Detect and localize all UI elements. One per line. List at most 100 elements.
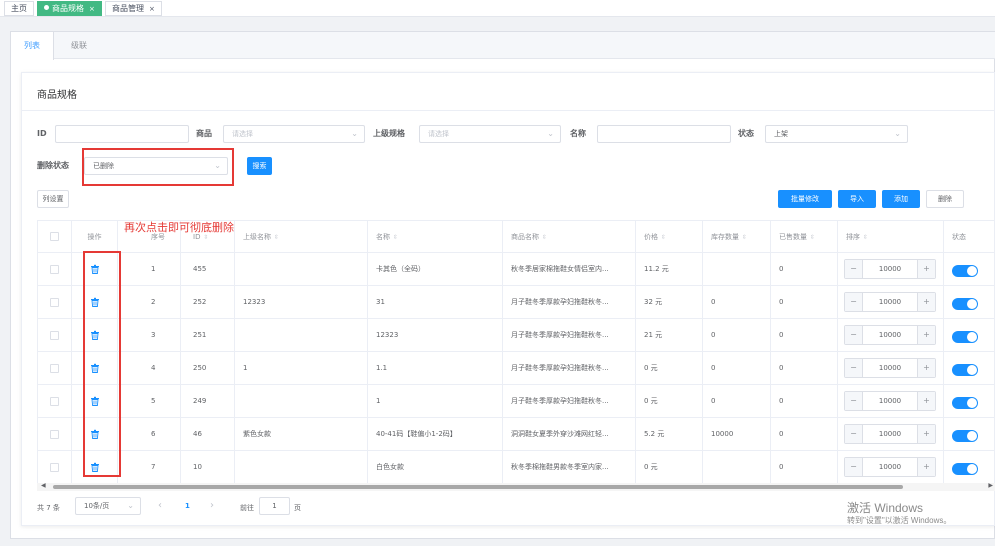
sort-icon[interactable]: ⇳ bbox=[810, 234, 815, 241]
status-toggle[interactable] bbox=[952, 463, 978, 475]
decrement-button[interactable]: − bbox=[845, 458, 863, 476]
sort-icon[interactable]: ⇳ bbox=[863, 234, 868, 241]
top-tab-home[interactable]: 主页 bbox=[4, 1, 34, 16]
select-all-checkbox[interactable] bbox=[50, 232, 59, 241]
sort-icon[interactable]: ⇳ bbox=[274, 234, 279, 241]
header-label: 上级名称 bbox=[243, 233, 271, 241]
increment-button[interactable]: + bbox=[917, 260, 935, 278]
scrollbar-thumb[interactable] bbox=[53, 485, 903, 489]
row-checkbox[interactable] bbox=[50, 331, 59, 340]
header-name[interactable]: 名称 ⇳ bbox=[368, 221, 503, 253]
page-number-current[interactable]: 1 bbox=[185, 497, 190, 515]
row-checkbox[interactable] bbox=[50, 430, 59, 439]
row-checkbox[interactable] bbox=[50, 463, 59, 472]
add-button[interactable]: 添加 bbox=[882, 190, 920, 208]
annotation-text: 再次点击即可彻底删除 bbox=[124, 221, 234, 234]
decrement-button[interactable]: − bbox=[845, 260, 863, 278]
sort-stepper[interactable]: −10000 + bbox=[844, 457, 936, 477]
increment-button[interactable]: + bbox=[917, 458, 935, 476]
id-input[interactable] bbox=[55, 125, 189, 143]
sort-stepper[interactable]: −10000 + bbox=[844, 259, 936, 279]
spec-table: 操作 序号 ID ⇳ 上级名称 ⇳ 名称 ⇳ 商品名称 ⇳ 价格 ⇳ 库存数量 ⇳ 已售数量… bbox=[37, 220, 995, 483]
sort-stepper[interactable]: −10000 + bbox=[844, 325, 936, 345]
close-icon[interactable]: × bbox=[149, 5, 155, 13]
sort-value[interactable]: 10000 bbox=[863, 392, 917, 410]
batch-edit-button[interactable]: 批量修改 bbox=[778, 190, 832, 208]
header-product-name[interactable]: 商品名称 ⇳ bbox=[503, 221, 636, 253]
status-select[interactable]: 上架 ⌄ bbox=[765, 125, 908, 143]
sort-stepper[interactable]: −10000 + bbox=[844, 358, 936, 378]
row-stock bbox=[703, 253, 771, 286]
goto-page-input[interactable]: 1 bbox=[259, 497, 290, 515]
decrement-button[interactable]: − bbox=[845, 359, 863, 377]
increment-button[interactable]: + bbox=[917, 326, 935, 344]
close-icon[interactable]: × bbox=[89, 5, 95, 13]
row-price: 11.2 元 bbox=[636, 253, 703, 286]
status-toggle[interactable] bbox=[952, 397, 978, 409]
status-toggle[interactable] bbox=[952, 331, 978, 343]
sort-icon[interactable]: ⇳ bbox=[542, 234, 547, 241]
search-button[interactable]: 搜索 bbox=[247, 157, 272, 175]
activation-watermark-title: 激活 Windows bbox=[847, 501, 924, 515]
row-checkbox[interactable] bbox=[50, 397, 59, 406]
row-price: 0 元 bbox=[636, 451, 703, 483]
status-toggle[interactable] bbox=[952, 298, 978, 310]
top-tab-product-spec[interactable]: 商品规格 × bbox=[37, 1, 102, 16]
row-status-cell bbox=[944, 451, 995, 483]
sort-value[interactable]: 10000 bbox=[863, 359, 917, 377]
sort-value[interactable]: 10000 bbox=[863, 293, 917, 311]
sort-value[interactable]: 10000 bbox=[863, 260, 917, 278]
tab-cascade[interactable]: 级联 bbox=[58, 32, 100, 59]
sort-value[interactable]: 10000 bbox=[863, 326, 917, 344]
increment-button[interactable]: + bbox=[917, 425, 935, 443]
prev-page-icon[interactable]: ‹ bbox=[158, 497, 162, 515]
row-stock: 10000 bbox=[703, 418, 771, 451]
sort-icon[interactable]: ⇳ bbox=[742, 234, 747, 241]
row-parent-name: 1 bbox=[235, 352, 368, 385]
parent-spec-select[interactable]: 请选择 ⌄ bbox=[419, 125, 561, 143]
top-tab-product-management[interactable]: 商品管理 × bbox=[105, 1, 162, 16]
next-page-icon[interactable]: › bbox=[210, 497, 214, 515]
activation-watermark-subtitle: 转到"设置"以激活 Windows。 bbox=[847, 516, 952, 525]
product-select[interactable]: 请选择 ⌄ bbox=[223, 125, 365, 143]
import-button[interactable]: 导入 bbox=[838, 190, 876, 208]
header-price[interactable]: 价格 ⇳ bbox=[636, 221, 703, 253]
header-sort[interactable]: 排序 ⇳ bbox=[838, 221, 944, 253]
sort-stepper[interactable]: −10000 + bbox=[844, 424, 936, 444]
sort-stepper[interactable]: −10000 + bbox=[844, 391, 936, 411]
row-checkbox[interactable] bbox=[50, 265, 59, 274]
header-parent-name[interactable]: 上级名称 ⇳ bbox=[235, 221, 368, 253]
sort-icon[interactable]: ⇳ bbox=[203, 234, 208, 241]
sort-value[interactable]: 10000 bbox=[863, 425, 917, 443]
name-input[interactable] bbox=[597, 125, 731, 143]
delete-button[interactable]: 删除 bbox=[926, 190, 964, 208]
decrement-button[interactable]: − bbox=[845, 392, 863, 410]
row-select-cell bbox=[38, 451, 72, 483]
status-toggle[interactable] bbox=[952, 265, 978, 277]
header-stock[interactable]: 库存数量 ⇳ bbox=[703, 221, 771, 253]
status-toggle[interactable] bbox=[952, 364, 978, 376]
decrement-button[interactable]: − bbox=[845, 293, 863, 311]
increment-button[interactable]: + bbox=[917, 293, 935, 311]
row-checkbox[interactable] bbox=[50, 364, 59, 373]
horizontal-scrollbar[interactable]: ◀ ▶ bbox=[37, 482, 995, 491]
decrement-button[interactable]: − bbox=[845, 326, 863, 344]
status-toggle[interactable] bbox=[952, 430, 978, 442]
increment-button[interactable]: + bbox=[917, 359, 935, 377]
column-settings-button[interactable]: 列设置 bbox=[37, 190, 69, 208]
tab-list[interactable]: 列表 bbox=[11, 32, 54, 60]
row-id: 252 bbox=[181, 286, 235, 319]
decrement-button[interactable]: − bbox=[845, 425, 863, 443]
header-sold[interactable]: 已售数量 ⇳ bbox=[771, 221, 838, 253]
increment-button[interactable]: + bbox=[917, 392, 935, 410]
row-checkbox[interactable] bbox=[50, 298, 59, 307]
scroll-right-icon[interactable]: ▶ bbox=[988, 482, 993, 489]
sort-icon[interactable]: ⇳ bbox=[393, 234, 398, 241]
product-label: 商品 bbox=[196, 129, 212, 138]
scroll-left-icon[interactable]: ◀ bbox=[41, 482, 46, 489]
row-select-cell bbox=[38, 418, 72, 451]
sort-value[interactable]: 10000 bbox=[863, 458, 917, 476]
page-size-select[interactable]: 10条/页 ⌄ bbox=[75, 497, 141, 515]
sort-stepper[interactable]: −10000 + bbox=[844, 292, 936, 312]
sort-icon[interactable]: ⇳ bbox=[661, 234, 666, 241]
